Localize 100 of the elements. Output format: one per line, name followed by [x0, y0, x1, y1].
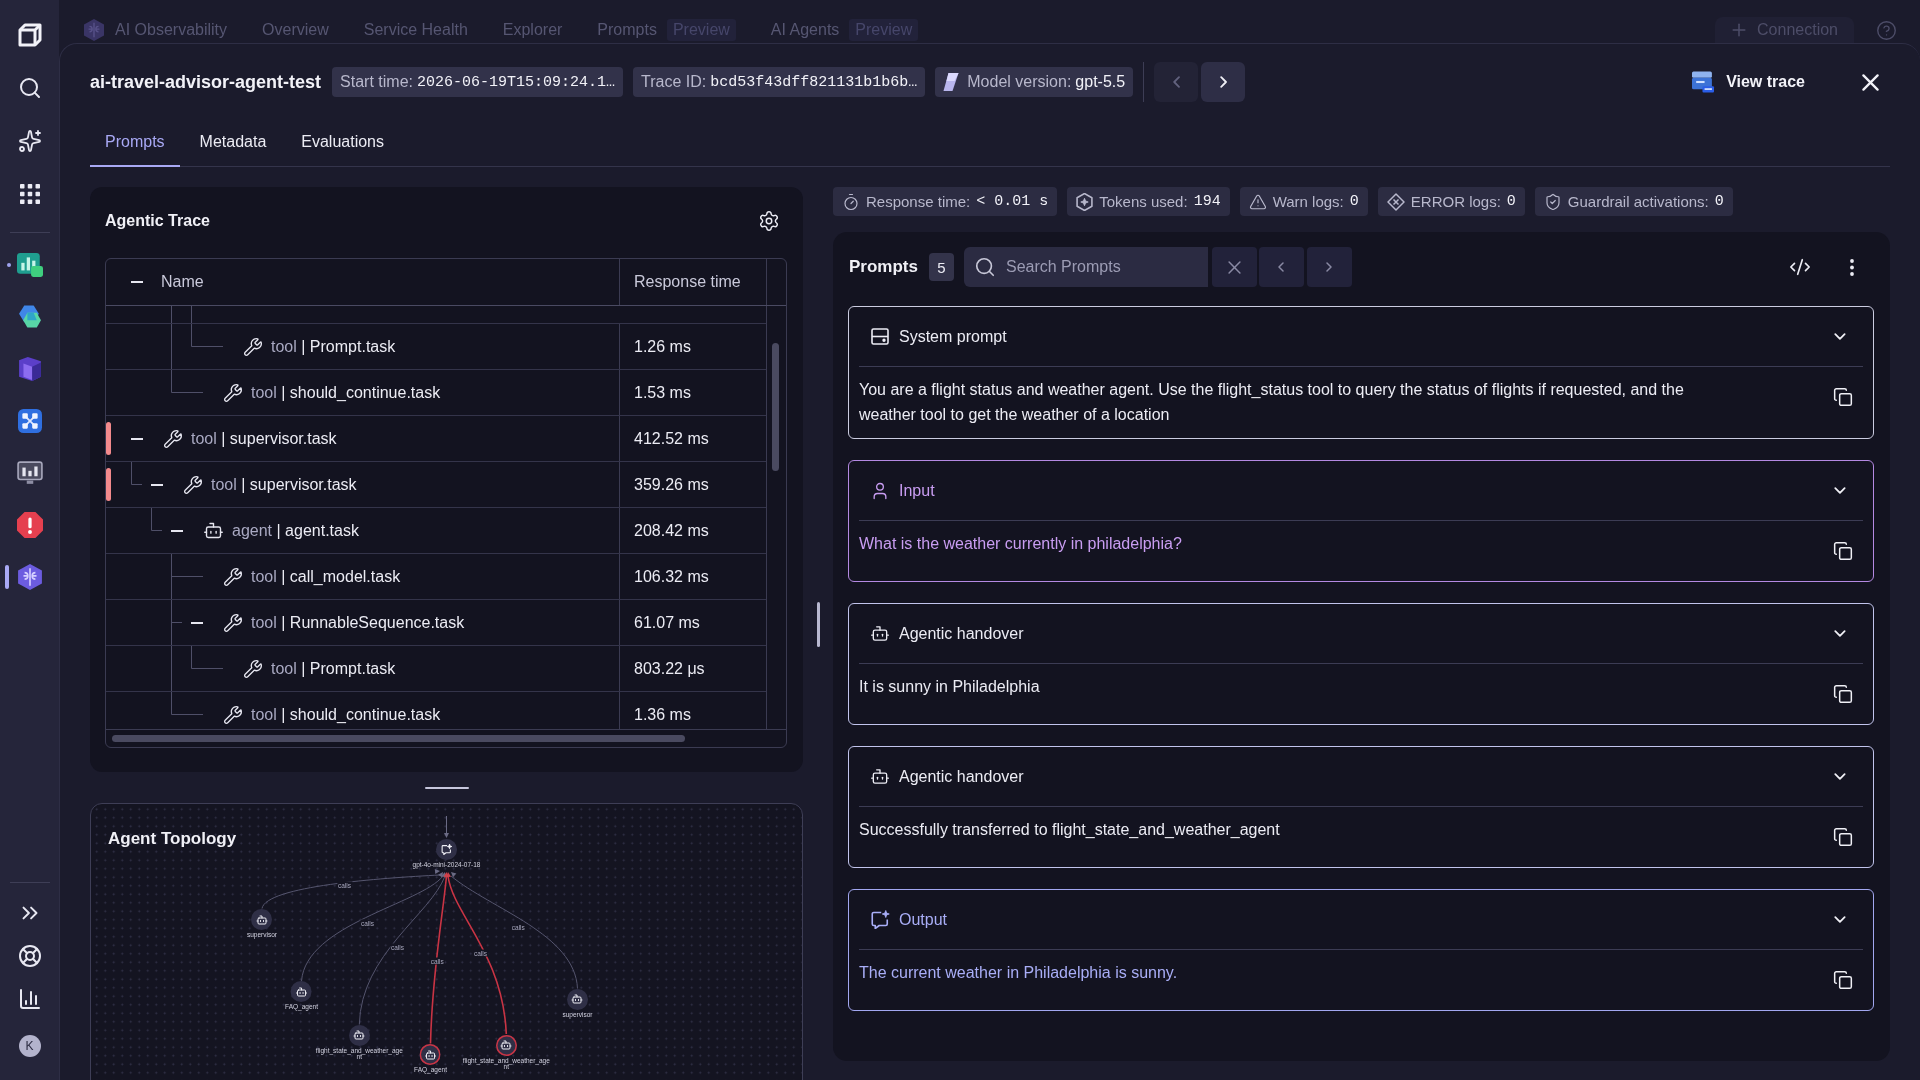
help-icon	[1876, 19, 1897, 41]
chevron-down-icon	[1834, 487, 1846, 494]
bar-chart-icon	[17, 987, 42, 1011]
view-trace-button[interactable]: View trace	[1683, 65, 1813, 99]
response-time-cell: 106.32 ms	[619, 554, 766, 599]
response-time-cell: 359.26 ms	[619, 462, 766, 507]
metric-label: Response time:	[866, 193, 971, 210]
card-title: Agentic handover	[899, 624, 1024, 643]
chevron-left-icon	[1172, 76, 1180, 88]
nav-item[interactable]: Service Health	[363, 21, 468, 39]
vertical-scrollbar-thumb[interactable]	[772, 343, 779, 471]
chevron-right-icon	[1219, 76, 1227, 88]
span-label: tool | supervisor.task	[191, 429, 337, 448]
robot-icon	[203, 520, 224, 541]
wrench-icon	[223, 612, 243, 633]
gear-icon	[758, 210, 780, 232]
chevron-down-icon	[1834, 773, 1846, 780]
splitter-handle[interactable]	[424, 786, 469, 789]
tree-line	[151, 508, 162, 532]
card-title: Output	[899, 910, 948, 929]
copy-icon	[1833, 970, 1853, 990]
chevron-down-icon	[1834, 630, 1846, 637]
response-time-cell: 1.26 ms	[619, 324, 766, 369]
monitor-chart-icon	[16, 461, 43, 485]
connector-arrow	[444, 815, 449, 838]
wrench-icon	[163, 428, 183, 449]
chat-sparkle-icon	[870, 910, 890, 929]
prompt-text: What is the weather currently in philadelphia?	[859, 534, 1182, 554]
robot-icon	[870, 623, 890, 644]
horizontal-scrollbar-thumb[interactable]	[112, 735, 685, 742]
response-time-cell: 208.42 ms	[619, 508, 766, 553]
column-header: Name	[161, 273, 204, 291]
clear-search-button[interactable]	[1211, 247, 1257, 287]
panel-icon	[871, 328, 889, 345]
search-icon	[973, 256, 996, 278]
metric-value: < 0.01 s	[976, 193, 1049, 210]
warning-icon	[1248, 192, 1267, 211]
column-header: Response time	[619, 259, 766, 305]
panel-title: Agentic Trace	[105, 212, 210, 230]
slanted-shape-icon	[943, 73, 960, 91]
metric-value: 0	[1506, 193, 1516, 210]
wrench-icon	[223, 566, 243, 587]
diamond-x-icon	[1386, 192, 1405, 211]
span-label: tool | should_continue.task	[251, 705, 441, 724]
span-label: tool | Prompt.task	[271, 659, 396, 678]
nav-item[interactable]: Overview	[262, 21, 329, 39]
app-title: AI Observability	[115, 21, 228, 39]
card-title: System prompt	[899, 327, 1007, 346]
metric-label: Guardrail activations:	[1567, 193, 1709, 210]
search-icon	[17, 76, 42, 100]
response-time-cell: 412.52 ms	[619, 416, 766, 461]
panel-title: Prompts	[849, 257, 918, 277]
nav-item[interactable]: Explorer	[502, 21, 563, 39]
metric-value: 194	[1193, 193, 1221, 210]
chevron-down-icon	[1834, 333, 1846, 340]
chevron-right-icon	[1326, 262, 1333, 272]
stacked-box-icon	[1691, 71, 1716, 93]
chip-label: Trace ID:	[641, 73, 707, 91]
chip-value: 2026-06-19T15:09:24.1…	[417, 73, 616, 91]
metric-value: 0	[1714, 193, 1724, 210]
more-icon	[1850, 258, 1854, 276]
minus-icon	[151, 483, 163, 486]
count-badge: 5	[928, 253, 954, 281]
chip-value: gpt-5.5	[1075, 73, 1126, 91]
prompt-text: Successfully transferred to flight_state_and_weather_agent	[859, 820, 1280, 840]
lifebuoy-icon	[17, 944, 42, 968]
metric-label: ERROR logs:	[1410, 193, 1501, 210]
avatar[interactable]: K	[18, 1035, 41, 1057]
tab[interactable]: Evaluations	[286, 118, 399, 167]
trace-title: ai-travel-advisor-agent-test	[90, 71, 322, 93]
response-time-cell: 1.53 ms	[619, 370, 766, 415]
metric-label: Warn logs:	[1272, 193, 1344, 210]
chevron-left-icon	[1278, 262, 1285, 272]
tree-line	[131, 462, 142, 486]
minus-icon	[131, 437, 143, 440]
close-icon	[1227, 260, 1241, 274]
bar-chart-tile-icon	[16, 253, 43, 277]
span-label: tool | Prompt.task	[271, 337, 396, 356]
wrench-icon	[243, 658, 263, 679]
minus-icon	[131, 281, 143, 283]
minus-icon	[171, 529, 183, 532]
hexagon-sparkle-icon	[1076, 192, 1094, 211]
sparkles-icon	[17, 129, 42, 153]
code-icon	[1789, 256, 1811, 278]
span-label: tool | should_continue.task	[251, 383, 441, 402]
prompt-text: It is sunny in Philadelphia	[859, 677, 1040, 697]
tab[interactable]: Metadata	[184, 118, 282, 167]
chip-label: Start time:	[340, 73, 413, 91]
close-icon	[1861, 73, 1879, 91]
app-grid-icon	[19, 184, 40, 204]
span-label: agent | agent.task	[232, 521, 359, 540]
brain-hexagon-icon	[84, 19, 104, 41]
metric-label: Tokens used:	[1099, 193, 1188, 210]
resize-handle[interactable]	[816, 602, 820, 647]
search-field[interactable]: Search Prompts	[963, 247, 1208, 287]
chevron-down-icon	[1834, 916, 1846, 923]
tab[interactable]: Prompts	[90, 118, 180, 167]
span-label: tool | supervisor.task	[211, 475, 357, 494]
copy-icon	[1833, 684, 1853, 704]
chip-label: Model version:	[967, 73, 1072, 91]
